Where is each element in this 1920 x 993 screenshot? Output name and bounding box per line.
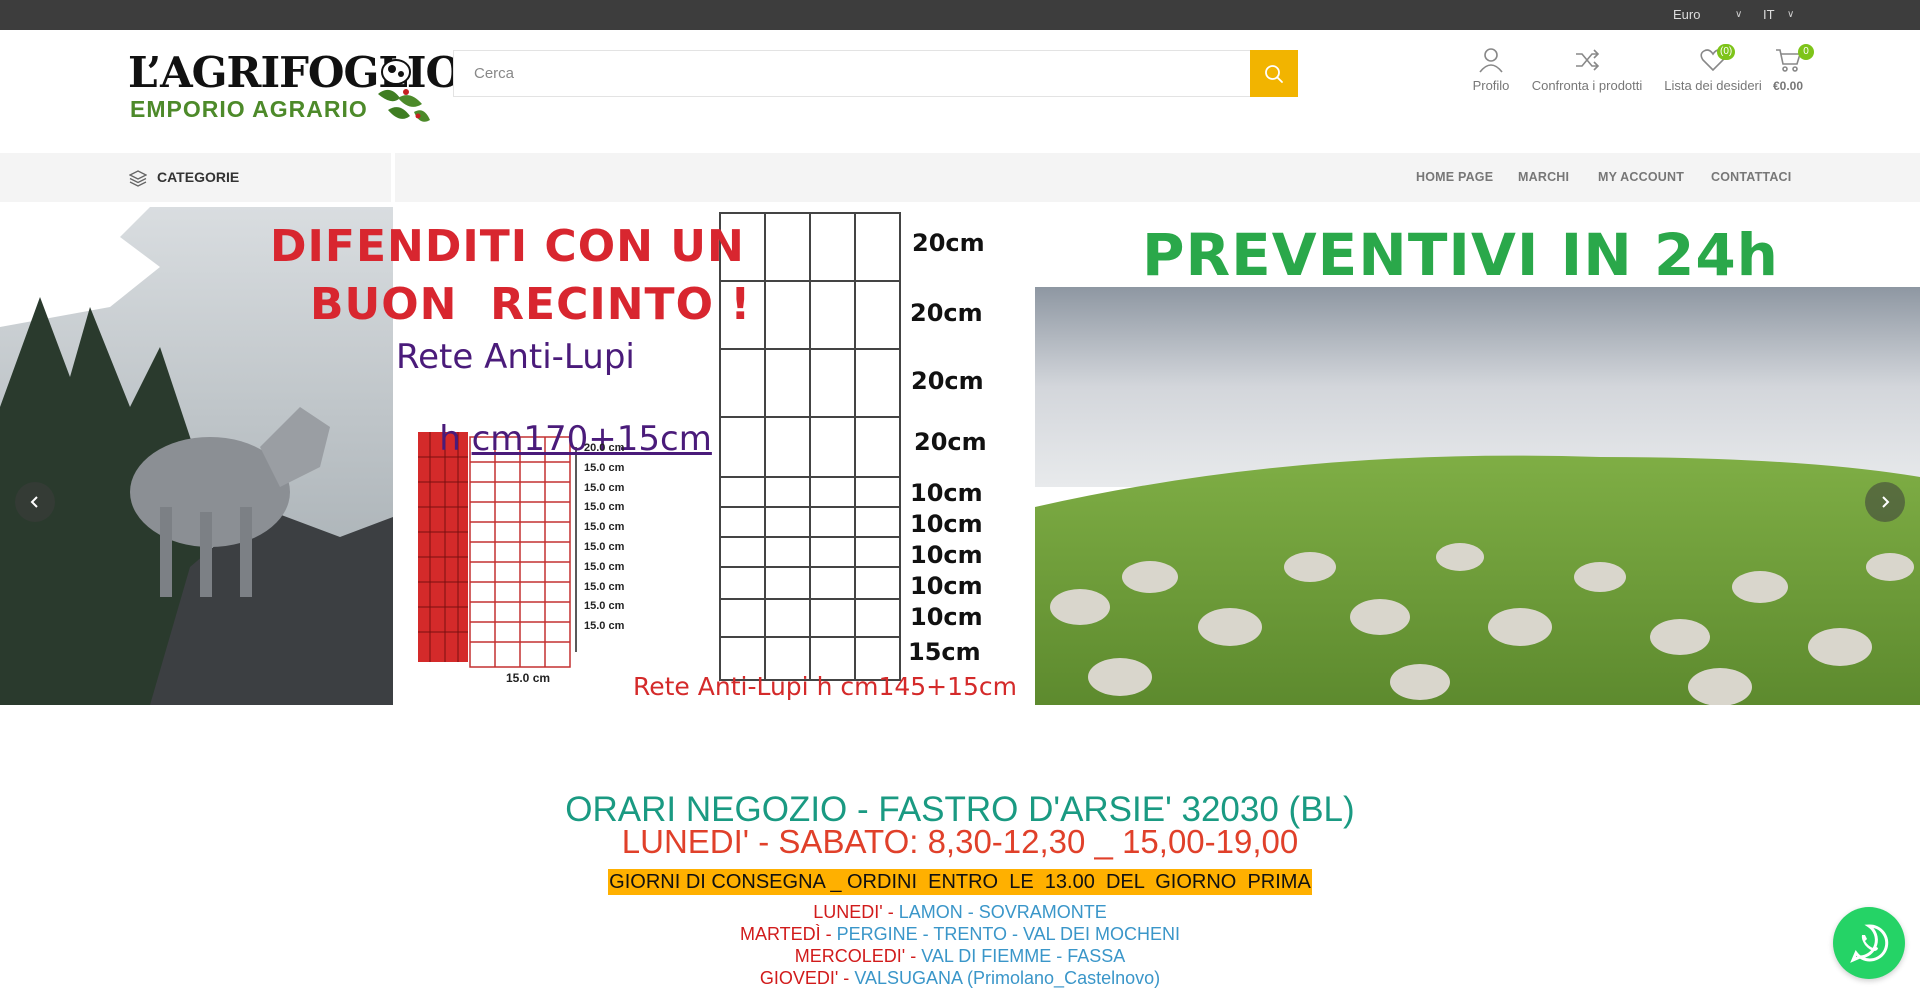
search-input[interactable] xyxy=(454,51,1250,96)
currency-label: Euro xyxy=(1673,7,1701,22)
product2-spacing: 15cm xyxy=(908,638,981,666)
main-nav: CATEGORIE HOME PAGE MARCHI MY ACCOUNT CO… xyxy=(0,153,1920,202)
product2-spacing: 10cm xyxy=(910,510,983,538)
chevron-down-icon: ∨ xyxy=(1735,9,1743,20)
spacing-label: 15.0 cm xyxy=(584,560,625,573)
user-icon xyxy=(1479,48,1503,73)
delivery-day-row: LUNEDI' - LAMON - SOVRAMONTE xyxy=(0,901,1920,923)
product2-spacing: 20cm xyxy=(914,428,987,456)
whatsapp-icon xyxy=(1850,924,1889,963)
slider-next-button[interactable] xyxy=(1865,482,1905,522)
spacing-label: 15.0 cm xyxy=(584,600,625,613)
store-info: ORARI NEGOZIO - FASTRO D'ARSIE' 32030 (B… xyxy=(0,790,1920,989)
categories-label: CATEGORIE xyxy=(157,169,240,185)
nav-brands[interactable]: MARCHI xyxy=(1518,153,1569,202)
delivery-day: MARTEDÌ - xyxy=(739,924,837,944)
delivery-days: LUNEDI' - LAMON - SOVRAMONTE MARTEDÌ - P… xyxy=(0,901,1920,989)
nav-contact[interactable]: CONTATTACI xyxy=(1711,153,1791,202)
delivery-title: GIORNI DI CONSEGNA _ ORDINI ENTRO LE 13.… xyxy=(608,869,1312,895)
wishlist-link[interactable]: Lista dei desideri (0) xyxy=(1660,44,1766,93)
spacing-label: 15.0 cm xyxy=(584,461,625,474)
spacing-label: 15.0 cm xyxy=(584,620,625,633)
logo-subtitle: EMPORIO AGRARIO xyxy=(130,96,368,122)
compare-link[interactable]: Confronta i prodotti xyxy=(1527,46,1647,93)
chevron-right-icon xyxy=(1882,496,1890,508)
shuffle-icon xyxy=(1576,49,1600,71)
chevron-left-icon xyxy=(30,496,38,508)
delivery-places: PERGINE - TRENTO - VAL DEI MOCHENI xyxy=(836,924,1181,944)
spacing-label: 15.0 cm xyxy=(584,501,625,514)
wishlist-count-badge: (0) xyxy=(1717,44,1736,60)
whatsapp-button[interactable] xyxy=(1833,907,1905,979)
banner-right-title: PREVENTIVI IN 24h xyxy=(1142,221,1779,289)
top-bar: Euro ∨ IT ∨ xyxy=(0,0,1920,30)
language-select[interactable]: IT ∨ xyxy=(1763,0,1803,30)
spacing-label: 20.0 cm xyxy=(584,442,625,454)
delivery-places: LAMON - SOVRAMONTE xyxy=(898,902,1107,922)
chevron-down-icon: ∨ xyxy=(1787,9,1795,20)
store-hours-title: ORARI NEGOZIO - FASTRO D'ARSIE' 32030 (B… xyxy=(565,790,1355,829)
delivery-day: LUNEDI' - xyxy=(813,902,899,922)
product2-spacing: 10cm xyxy=(910,541,983,569)
cart-link[interactable]: €0.00 0 xyxy=(1770,44,1814,93)
search-icon xyxy=(1265,64,1283,83)
product1-size-prefix: h xyxy=(439,419,472,459)
delivery-day: MERCOLEDI' - xyxy=(794,946,922,966)
product2-spacing: 20cm xyxy=(912,229,985,257)
product1-size: h cm170+15cm xyxy=(396,379,712,499)
cart-total: €0.00 xyxy=(1772,79,1804,93)
product1-width: 15.0 cm xyxy=(506,671,551,685)
product2-label: Rete Anti-Lupi h cm145+15cm xyxy=(633,672,1018,701)
profile-label: Profilo xyxy=(1472,78,1510,93)
delivery-places: VALSUGANA (Primolano_Castelnovo) xyxy=(854,968,1161,988)
currency-select[interactable]: Euro ∨ xyxy=(1673,0,1743,30)
product1-spacing-list: 20.0 cm 15.0 cm 15.0 cm 15.0 cm 15.0 cm … xyxy=(584,439,624,637)
product2-spacing: 20cm xyxy=(910,299,983,327)
product2-spacing: 10cm xyxy=(910,479,983,507)
categories-menu[interactable]: CATEGORIE xyxy=(0,153,395,202)
site-logo[interactable]: L’AGRIFOGLIO EMPORIO AGRARIO xyxy=(128,50,462,128)
spacing-label: 15.0 cm xyxy=(584,580,625,593)
product1-name: Rete Anti-Lupi xyxy=(396,337,635,377)
hero-banner: DIFENDITI CON UN BUON RECINTO ! Rete Ant… xyxy=(0,207,1920,705)
language-label: IT xyxy=(1763,7,1775,22)
delivery-day-row: GIOVEDI' - VALSUGANA (Primolano_Castelno… xyxy=(0,967,1920,989)
spacing-label: 15.0 cm xyxy=(584,540,625,553)
delivery-places: VAL DI FIEMME - FASSA xyxy=(921,946,1126,966)
compare-label: Confronta i prodotti xyxy=(1531,78,1643,93)
product2-spacing: 10cm xyxy=(910,603,983,631)
search-button[interactable] xyxy=(1250,50,1298,97)
banner-title-1: DIFENDITI CON UN xyxy=(270,221,745,272)
store-hours: LUNEDI' - SABATO: 8,30-12,30 _ 15,00-19,… xyxy=(621,823,1299,860)
wishlist-label: Lista dei desideri xyxy=(1664,78,1762,93)
spacing-label: 15.0 cm xyxy=(584,521,625,534)
nav-my-account[interactable]: MY ACCOUNT xyxy=(1598,153,1684,202)
nav-home[interactable]: HOME PAGE xyxy=(1416,153,1493,202)
delivery-day-row: MARTEDÌ - PERGINE - TRENTO - VAL DEI MOC… xyxy=(0,923,1920,945)
delivery-day-row: MERCOLEDI' - VAL DI FIEMME - FASSA xyxy=(0,945,1920,967)
banner-title-2: BUON RECINTO ! xyxy=(310,279,752,330)
search-bar xyxy=(453,50,1298,97)
delivery-day: GIOVEDI' - xyxy=(759,968,855,988)
slider-prev-button[interactable] xyxy=(15,482,55,522)
product2-spacing: 10cm xyxy=(910,572,983,600)
product2-spacing: 20cm xyxy=(911,367,984,395)
spacing-label: 15.0 cm xyxy=(584,481,625,494)
layers-icon xyxy=(129,170,147,187)
profile-link[interactable]: Profilo xyxy=(1462,46,1520,93)
cart-count-badge: 0 xyxy=(1798,44,1814,60)
holly-leaves-icon xyxy=(378,59,430,122)
